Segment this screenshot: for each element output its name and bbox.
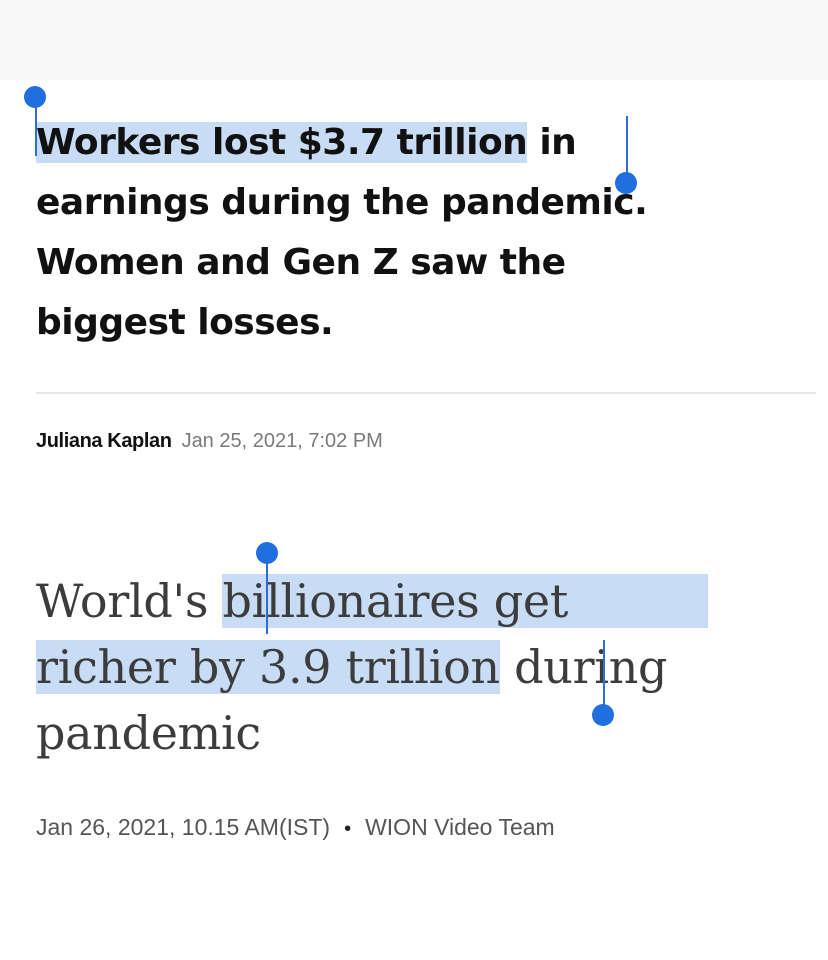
article2-selected-text-line2[interactable]: richer by 3.9 trillion <box>36 640 500 694</box>
selection-start-caret <box>35 104 37 156</box>
article1-headline-line4: biggest losses. <box>36 302 334 343</box>
article1-headline-line1: Workers lost $3.7 trillion in <box>36 122 577 163</box>
separator-bullet: • <box>344 818 352 840</box>
article1-headline-line3: Women and Gen Z saw the <box>36 242 566 283</box>
publish-date: Jan 25, 2021, 7:02 PM <box>181 430 383 452</box>
selection-end-handle-2[interactable] <box>592 704 614 726</box>
selection-end-handle[interactable] <box>615 172 637 194</box>
article2-byline: Jan 26, 2021, 10.15 AM(IST) • WION Video T… <box>36 812 555 844</box>
article1-headline-line2: earnings during the pandemic. <box>36 182 648 223</box>
author-name[interactable]: Juliana Kaplan <box>36 430 172 452</box>
article1-selected-text[interactable]: Workers lost $3.7 trillion <box>36 122 528 163</box>
source-name[interactable]: WION Video Team <box>365 814 555 840</box>
selection-end-caret-2 <box>603 640 605 712</box>
article2-headline-line3: pandemic <box>36 706 261 760</box>
article2-headline-line1: World's billionaires get <box>36 568 826 634</box>
top-bar <box>0 0 828 80</box>
article2-selected-text-line1[interactable]: billionaires get <box>222 574 709 628</box>
selection-start-caret-2 <box>266 560 268 634</box>
article1-headline[interactable]: Workers lost $3.7 trillion in earnings d… <box>36 113 796 353</box>
selection-end-caret <box>626 116 628 178</box>
publish-date-2: Jan 26, 2021, 10.15 AM(IST) <box>36 814 331 840</box>
article1-byline: Juliana Kaplan Jan 25, 2021, 7:02 PM <box>36 428 383 454</box>
article2-headline[interactable]: World's billionaires get richer by 3.9 t… <box>36 568 826 766</box>
divider <box>36 392 816 394</box>
article2-headline-line2: richer by 3.9 trillion during <box>36 640 668 694</box>
